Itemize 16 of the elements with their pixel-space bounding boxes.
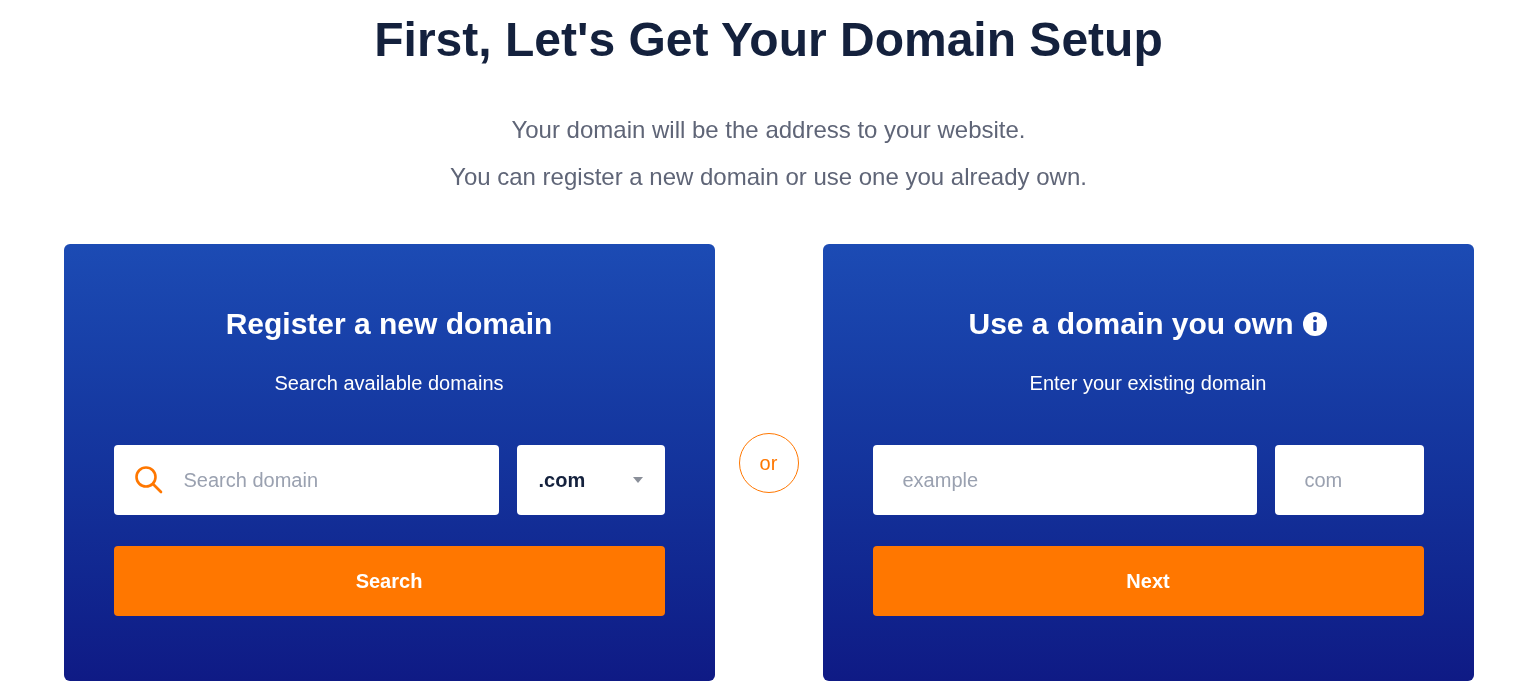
card-subtitle: Enter your existing domain — [1029, 371, 1267, 396]
domain-field[interactable]: example — [872, 445, 1257, 515]
info-icon[interactable] — [1301, 311, 1328, 337]
primary-button[interactable]: Next — [872, 546, 1424, 616]
search-field[interactable]: Search domain — [113, 445, 499, 515]
tld-select[interactable]: .com — [516, 445, 665, 515]
card-title: Use a domain you own — [968, 306, 1294, 342]
card-title: Register a new domain — [225, 306, 553, 342]
domain-field[interactable]: com — [1274, 445, 1424, 515]
page-heading: First, Let's Get Your Domain Setup — [374, 12, 1163, 68]
intro-text: Your domain will be the address to your website. — [511, 115, 1026, 145]
caret-icon — [632, 477, 643, 483]
search-icon — [133, 465, 164, 495]
card-subtitle: Search available domains — [274, 371, 504, 396]
primary-button[interactable]: Search — [113, 546, 665, 616]
intro-text: You can register a new domain or use one you already own. — [450, 162, 1087, 192]
